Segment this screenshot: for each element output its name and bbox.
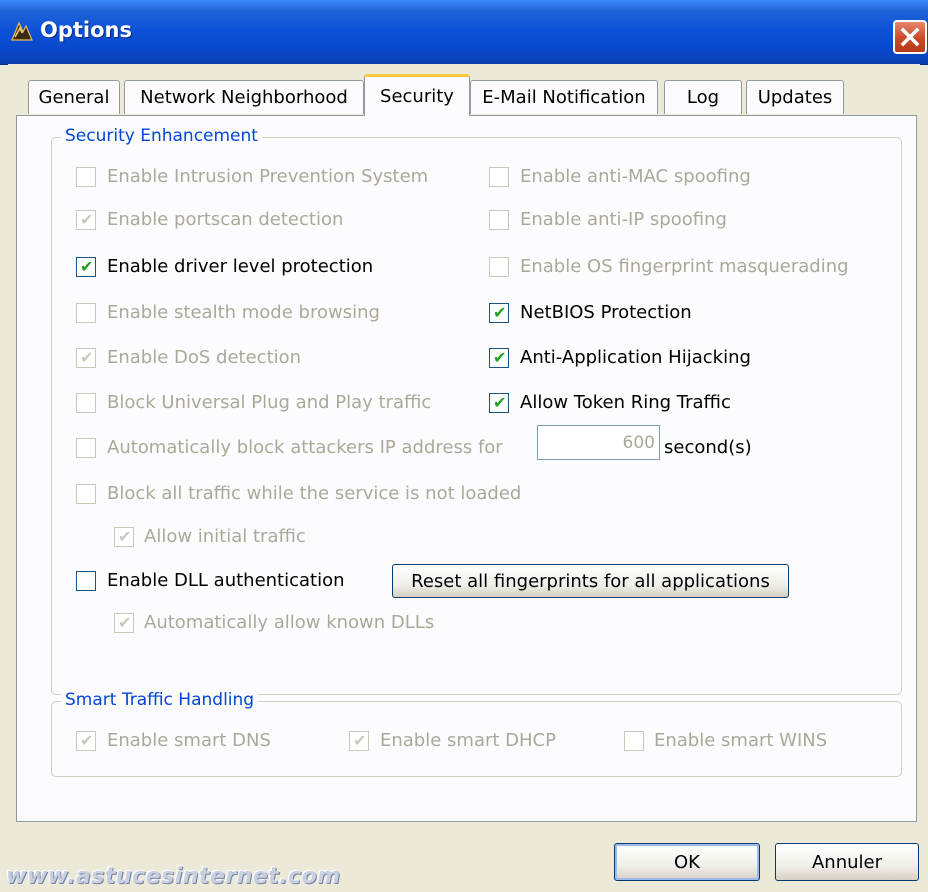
tab-email-notification[interactable]: E-Mail Notification	[470, 80, 658, 114]
antimac-label: Enable anti-MAC spoofing	[520, 166, 751, 187]
cancel-button[interactable]: Annuler	[775, 843, 919, 881]
dos-checkbox[interactable]: ✔	[76, 348, 96, 368]
dll-auth-label: Enable DLL authentication	[107, 570, 345, 591]
block-seconds-input[interactable]	[537, 425, 660, 460]
smart-traffic-title: Smart Traffic Handling	[61, 690, 259, 710]
os-fingerprint-checkbox[interactable]	[489, 257, 509, 277]
smart-wins-checkbox[interactable]	[624, 731, 644, 751]
stealth-checkbox[interactable]	[76, 303, 96, 323]
anti-hijacking-checkbox[interactable]: ✔	[489, 348, 509, 368]
allow-initial-label: Allow initial traffic	[144, 526, 306, 547]
anti-hijacking-label: Anti-Application Hijacking	[520, 347, 751, 368]
security-enhancement-title: Security Enhancement	[61, 126, 262, 146]
smart-dns-label: Enable smart DNS	[107, 730, 271, 751]
smart-wins-label: Enable smart WINS	[654, 730, 828, 751]
ok-button[interactable]: OK	[614, 843, 760, 881]
upnp-checkbox[interactable]	[76, 393, 96, 413]
upnp-label: Block Universal Plug and Play traffic	[107, 392, 432, 413]
dll-auth-checkbox[interactable]	[76, 571, 96, 591]
smart-dhcp-label: Enable smart DHCP	[380, 730, 556, 751]
seconds-unit-label: second(s)	[664, 437, 752, 458]
tab-network-neighborhood[interactable]: Network Neighborhood	[124, 80, 364, 114]
tab-updates[interactable]: Updates	[746, 80, 844, 114]
token-ring-checkbox[interactable]: ✔	[489, 393, 509, 413]
smart-dns-checkbox[interactable]: ✔	[76, 731, 96, 751]
watermark: www.astucesinternet.com	[6, 864, 341, 889]
smart-dhcp-checkbox[interactable]: ✔	[349, 731, 369, 751]
driver-protection-checkbox[interactable]: ✔	[76, 257, 96, 277]
known-dlls-checkbox[interactable]: ✔	[114, 613, 134, 633]
block-all-traffic-label: Block all traffic while the service is n…	[107, 483, 522, 504]
tab-log[interactable]: Log	[664, 80, 742, 114]
tab-general[interactable]: General	[28, 80, 120, 114]
known-dlls-label: Automatically allow known DLLs	[144, 612, 435, 633]
portscan-checkbox[interactable]: ✔	[76, 210, 96, 230]
window-title: Options	[40, 18, 132, 42]
netbios-checkbox[interactable]: ✔	[489, 303, 509, 323]
antimac-checkbox[interactable]	[489, 167, 509, 187]
title-bar: Options	[0, 0, 928, 65]
ips-label: Enable Intrusion Prevention System	[107, 166, 429, 187]
netbios-label: NetBIOS Protection	[520, 302, 692, 323]
block-attackers-label: Automatically block attackers IP address…	[107, 437, 503, 458]
portscan-label: Enable portscan detection	[107, 209, 344, 230]
close-button[interactable]	[893, 20, 927, 54]
dos-label: Enable DoS detection	[107, 347, 302, 368]
os-fingerprint-label: Enable OS fingerprint masquerading	[520, 256, 849, 277]
antiip-checkbox[interactable]	[489, 210, 509, 230]
driver-protection-label: Enable driver level protection	[107, 256, 374, 277]
ips-checkbox[interactable]	[76, 167, 96, 187]
close-icon	[900, 27, 920, 47]
antiip-label: Enable anti-IP spoofing	[520, 209, 727, 230]
token-ring-label: Allow Token Ring Traffic	[520, 392, 731, 413]
block-attackers-checkbox[interactable]	[76, 438, 96, 458]
tab-security[interactable]: Security	[364, 74, 470, 116]
app-icon	[11, 21, 33, 41]
allow-initial-checkbox[interactable]: ✔	[114, 527, 134, 547]
security-tab-panel: Security Enhancement Enable Intrusion Pr…	[16, 115, 917, 822]
reset-fingerprints-button[interactable]: Reset all fingerprints for all applicati…	[392, 564, 789, 598]
stealth-label: Enable stealth mode browsing	[107, 302, 380, 323]
block-all-traffic-checkbox[interactable]	[76, 484, 96, 504]
